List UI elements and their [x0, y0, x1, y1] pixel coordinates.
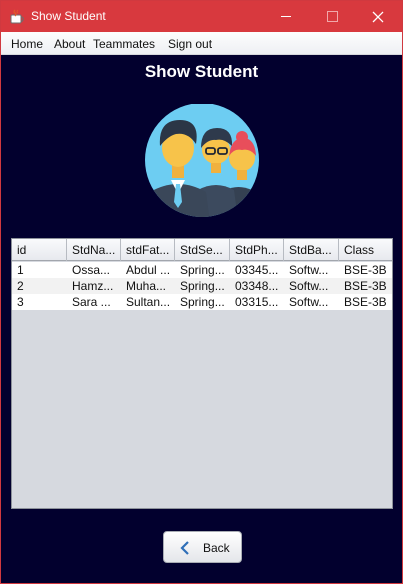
menu-sign-out[interactable]: Sign out	[168, 37, 212, 51]
cell-std-session: Spring...	[180, 263, 225, 277]
cell-id: 1	[17, 263, 24, 277]
cell-std-father: Abdul ...	[126, 263, 171, 277]
column-header-std-phone[interactable]: StdPh...	[230, 239, 284, 261]
cell-class: BSE-3B	[344, 263, 387, 277]
cell-std-batch: Softw...	[289, 279, 329, 293]
cell-std-name: Hamz...	[72, 279, 114, 293]
cell-std-name: Ossa...	[72, 263, 111, 277]
minimize-button[interactable]	[263, 1, 309, 32]
java-app-icon	[10, 9, 24, 24]
column-header-std-name[interactable]: StdNa...	[67, 239, 121, 261]
chevron-left-icon	[180, 541, 189, 555]
cell-std-phone: 03348...	[235, 279, 279, 293]
close-button[interactable]	[355, 1, 401, 32]
show-student-window: Show Student Home About Teammates Sign o…	[0, 0, 403, 584]
cell-std-phone: 03345...	[235, 263, 279, 277]
cell-class: BSE-3B	[344, 295, 387, 309]
students-table[interactable]: id StdNa... stdFat... StdSe... StdPh... …	[11, 238, 393, 509]
page-title: Show Student	[144, 62, 259, 81]
cell-std-batch: Softw...	[289, 295, 329, 309]
menu-teammates[interactable]: Teammates	[93, 37, 155, 51]
title-bar[interactable]: Show Student	[1, 1, 402, 32]
table-row[interactable]: 1 Ossa... Abdul ... Spring... 03345... S…	[12, 262, 392, 278]
menu-home[interactable]: Home	[11, 37, 43, 51]
cell-std-phone: 03315...	[235, 295, 279, 309]
maximize-icon	[326, 11, 338, 22]
cell-std-name: Sara ...	[72, 295, 111, 309]
cell-class: BSE-3B	[344, 279, 387, 293]
cell-id: 2	[17, 279, 24, 293]
table-row[interactable]: 2 Hamz... Muha... Spring... 03348... Sof…	[12, 278, 392, 294]
cell-std-batch: Softw...	[289, 263, 329, 277]
cell-std-father: Sultan...	[126, 295, 171, 309]
table-row[interactable]: 3 Sara ... Sultan... Spring... 03315... …	[12, 294, 392, 310]
column-header-std-batch[interactable]: StdBa...	[284, 239, 339, 261]
column-header-std-father[interactable]: stdFat...	[121, 239, 175, 261]
back-button-label: Back	[203, 541, 230, 555]
column-header-class[interactable]: Class	[339, 239, 392, 261]
students-group-avatar	[145, 104, 259, 217]
close-icon	[372, 11, 384, 22]
menu-bar: Home About Teammates Sign out	[1, 32, 402, 55]
maximize-button[interactable]	[309, 1, 355, 32]
back-button[interactable]: Back	[163, 531, 242, 563]
cell-id: 3	[17, 295, 24, 309]
menu-about[interactable]: About	[54, 37, 85, 51]
cell-std-session: Spring...	[180, 295, 225, 309]
cell-std-session: Spring...	[180, 279, 225, 293]
window-title: Show Student	[31, 9, 106, 23]
column-header-id[interactable]: id	[12, 239, 67, 261]
minimize-icon	[280, 16, 291, 17]
column-header-std-session[interactable]: StdSe...	[175, 239, 230, 261]
cell-std-father: Muha...	[126, 279, 167, 293]
table-header: id StdNa... stdFat... StdSe... StdPh... …	[12, 239, 392, 261]
